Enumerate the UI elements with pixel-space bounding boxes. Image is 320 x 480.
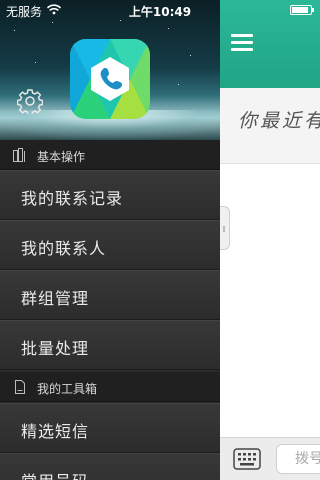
section-title: 我的工具箱 — [37, 382, 98, 396]
bottom-dial-bar — [220, 437, 320, 480]
status-time: 上午10:49 — [128, 5, 192, 19]
document-icon — [15, 380, 25, 394]
keypad-button[interactable] — [233, 448, 261, 470]
app-logo-icon — [70, 39, 150, 119]
menu-item-common-numbers[interactable]: 常用号码 — [0, 453, 220, 480]
section-header-basic-operations: 基本操作 — [0, 140, 220, 170]
dial-input[interactable] — [276, 444, 320, 474]
status-bar: 无服务 上午10:49 — [0, 0, 320, 20]
menu-item-batch-processing[interactable]: 批量处理 — [0, 320, 220, 370]
drawer-drag-handle[interactable] — [220, 206, 230, 250]
menu-item-contact-records[interactable]: 我的联系记录 — [0, 170, 220, 220]
section-header-my-toolbox: 我的工具箱 — [0, 372, 220, 402]
menu-item-group-management[interactable]: 群组管理 — [0, 270, 220, 320]
settings-gear-button[interactable] — [16, 88, 44, 116]
main-panel: 你最近有 — [220, 0, 320, 480]
menu-item-label: 精选短信 — [21, 422, 90, 441]
keypad-icon — [233, 448, 261, 470]
section-title: 基本操作 — [37, 150, 86, 164]
hamburger-menu-icon[interactable] — [231, 34, 253, 52]
recent-contacts-banner: 你最近有 — [220, 88, 320, 164]
menu-item-label: 批量处理 — [21, 339, 90, 358]
recent-contacts-text: 你最近有 — [238, 110, 320, 132]
menu-item-label: 常用号码 — [21, 468, 89, 480]
menu-item-my-contacts[interactable]: 我的联系人 — [0, 220, 220, 270]
side-drawer: 基本操作 我的联系记录 我的联系人 群组管理 批量处理 我的工具箱 精选短信 常… — [0, 0, 220, 480]
gear-icon — [16, 89, 44, 116]
menu-item-selected-sms[interactable]: 精选短信 — [0, 403, 220, 453]
battery-icon — [290, 5, 314, 15]
menu-item-label: 我的联系人 — [21, 239, 107, 258]
menu-item-label: 群组管理 — [21, 289, 90, 308]
drawer-header — [0, 0, 220, 140]
menu-item-label: 我的联系记录 — [21, 189, 124, 208]
document-stack-icon — [13, 148, 25, 162]
